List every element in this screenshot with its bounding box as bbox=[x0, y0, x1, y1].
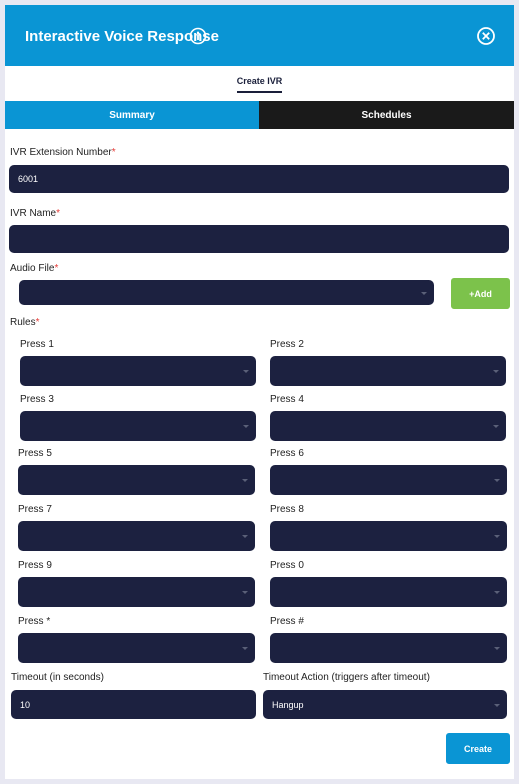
rules-label: Rules* bbox=[10, 317, 40, 328]
timeout-action-select[interactable]: Hangup bbox=[263, 690, 507, 719]
rule-select-3[interactable] bbox=[20, 411, 256, 441]
modal-header: Interactive Voice Response bbox=[5, 5, 514, 66]
rule-select-star[interactable] bbox=[18, 633, 255, 663]
rule-label: Press 8 bbox=[270, 504, 304, 515]
tab-schedules[interactable]: Schedules bbox=[259, 101, 514, 129]
rule-label: Press 7 bbox=[18, 504, 52, 515]
rule-select-5[interactable] bbox=[18, 465, 255, 495]
rule-label: Press 5 bbox=[18, 448, 52, 459]
rule-label: Press 4 bbox=[270, 394, 304, 405]
rule-label: Press 6 bbox=[270, 448, 304, 459]
rule-label: Press 0 bbox=[270, 560, 304, 571]
tab-summary[interactable]: Summary bbox=[5, 101, 259, 129]
rule-select-hash[interactable] bbox=[270, 633, 507, 663]
rule-select-1[interactable] bbox=[20, 356, 256, 386]
create-ivr-tab[interactable]: Create IVR bbox=[5, 76, 514, 93]
rule-select-6[interactable] bbox=[270, 465, 507, 495]
timeout-label: Timeout (in seconds) bbox=[11, 672, 104, 683]
add-audio-button[interactable]: +Add bbox=[451, 278, 510, 309]
audio-file-select[interactable] bbox=[19, 280, 434, 305]
timeout-input[interactable]: 10 bbox=[11, 690, 256, 719]
extension-input[interactable]: 6001 bbox=[9, 165, 509, 193]
rule-select-9[interactable] bbox=[18, 577, 255, 607]
extension-label: IVR Extension Number* bbox=[10, 147, 116, 158]
ivr-modal: Interactive Voice Response Create IVR Su… bbox=[5, 5, 514, 779]
timeout-action-label: Timeout Action (triggers after timeout) bbox=[263, 672, 430, 683]
rule-select-7[interactable] bbox=[18, 521, 255, 551]
close-icon[interactable] bbox=[476, 26, 496, 46]
tab-bar: Summary Schedules bbox=[5, 101, 514, 129]
rule-label: Press 3 bbox=[20, 394, 54, 405]
info-icon[interactable] bbox=[189, 27, 207, 45]
audio-file-label: Audio File* bbox=[10, 263, 59, 274]
rule-label: Press # bbox=[270, 616, 304, 627]
rule-label: Press 9 bbox=[18, 560, 52, 571]
rule-label: Press 1 bbox=[20, 339, 54, 350]
rule-label: Press * bbox=[18, 616, 51, 627]
ivr-name-label: IVR Name* bbox=[10, 208, 61, 219]
rule-select-0[interactable] bbox=[270, 577, 507, 607]
rule-select-4[interactable] bbox=[270, 411, 506, 441]
rule-select-2[interactable] bbox=[270, 356, 506, 386]
rule-label: Press 2 bbox=[270, 339, 304, 350]
create-button[interactable]: Create bbox=[446, 733, 510, 764]
rule-select-8[interactable] bbox=[270, 521, 507, 551]
create-ivr-label: Create IVR bbox=[236, 76, 283, 93]
ivr-name-input[interactable] bbox=[9, 225, 509, 253]
